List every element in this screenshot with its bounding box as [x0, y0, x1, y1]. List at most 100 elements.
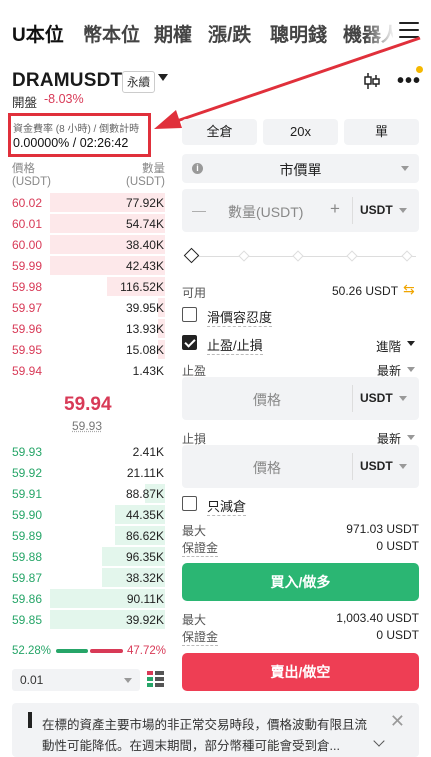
tab-u-margined[interactable]: U本位	[12, 20, 64, 47]
chevron-down-icon	[124, 678, 132, 683]
qty-header: 數量	[142, 163, 165, 175]
chevron-down-icon[interactable]	[407, 435, 415, 440]
sell-short-button[interactable]: 賣出/做空	[182, 653, 419, 691]
symbol-name[interactable]: DRAMUSDT	[12, 70, 122, 92]
bid-qty: 96.35K	[125, 550, 164, 564]
ask-row[interactable]: 60.00 38.40K	[0, 234, 168, 255]
ask-price: 59.97	[12, 301, 43, 315]
sell-margin-label[interactable]: 保證金	[182, 628, 219, 646]
ask-row[interactable]: 59.94 1.43K	[0, 360, 168, 381]
open-label: 開盤	[12, 96, 38, 110]
ask-row[interactable]: 59.99 42.43K	[0, 255, 168, 276]
tpsl-checkbox[interactable]	[182, 335, 197, 350]
margin-mode-button[interactable]: 全倉	[182, 119, 257, 145]
ask-price: 59.96	[12, 322, 43, 336]
chevron-down-icon	[399, 396, 407, 401]
minus-button[interactable]: —	[192, 202, 206, 218]
bid-price: 59.92	[12, 466, 43, 480]
price-unit: (USDT)	[12, 176, 51, 188]
ask-price: 59.94	[12, 364, 43, 378]
ask-row[interactable]: 59.96 13.93K	[0, 318, 168, 339]
ask-row[interactable]: 59.95 15.08K	[0, 339, 168, 360]
divider	[352, 453, 353, 480]
ask-price: 60.00	[12, 238, 43, 252]
bid-row[interactable]: 59.89 86.62K	[0, 525, 168, 546]
precision-select[interactable]: 0.01	[12, 669, 140, 691]
transfer-icon[interactable]: ⇆	[403, 281, 415, 298]
precision-value: 0.01	[20, 673, 44, 687]
bid-price: 59.93	[12, 445, 43, 459]
bid-qty: 88.87K	[125, 487, 164, 501]
reduce-only-checkbox[interactable]	[182, 496, 197, 511]
ask-qty: 1.43K	[132, 364, 164, 378]
bid-row[interactable]: 59.91 88.87K	[0, 483, 168, 504]
ask-qty: 77.92K	[125, 196, 164, 210]
quantity-input[interactable]: — 數量(USDT) + USDT	[182, 189, 419, 232]
slippage-label[interactable]: 滑價容忍度	[207, 307, 273, 327]
ask-qty: 116.52K	[120, 280, 164, 294]
slider-tick[interactable]	[292, 250, 304, 262]
mark-price[interactable]: 59.93	[72, 419, 102, 433]
advanced-dropdown[interactable]: 進階	[376, 336, 401, 355]
ask-row[interactable]: 59.98 116.52K	[0, 276, 168, 297]
buy-long-button[interactable]: 買入/做多	[182, 563, 419, 601]
sl-price-placeholder: 價格	[253, 460, 281, 476]
chevron-down-icon	[399, 208, 407, 213]
slider-tick[interactable]	[238, 250, 250, 262]
plus-button[interactable]: +	[330, 199, 340, 219]
sell-max-value: 1,003.40 USDT	[336, 611, 419, 625]
ask-row[interactable]: 60.02 77.92K	[0, 192, 168, 213]
notice-accent-bar	[28, 712, 32, 728]
annotation-highlight-box	[8, 113, 151, 157]
buy-margin-value: 0 USDT	[376, 539, 419, 553]
slippage-checkbox[interactable]	[182, 307, 197, 322]
bid-price: 59.86	[12, 592, 43, 606]
orderbook-layout-icon[interactable]	[147, 671, 164, 688]
bid-row[interactable]: 59.92 21.11K	[0, 462, 168, 483]
order-type-select[interactable]: i 市價單	[182, 154, 419, 183]
bid-qty: 38.32K	[125, 571, 164, 585]
ask-price: 59.98	[12, 280, 43, 294]
tpsl-label[interactable]: 止盈/止損	[207, 335, 263, 355]
bid-row[interactable]: 59.88 96.35K	[0, 546, 168, 567]
chevron-down-icon	[401, 166, 409, 171]
qty-unit: (USDT)	[126, 176, 165, 188]
ask-row[interactable]: 60.01 54.74K	[0, 213, 168, 234]
sell-max-label: 最大	[182, 613, 207, 627]
bid-row[interactable]: 59.87 38.32K	[0, 567, 168, 588]
tp-price-input[interactable]: 價格 USDT	[182, 377, 419, 420]
last-price: 59.94	[64, 394, 112, 415]
bid-price: 59.88	[12, 550, 43, 564]
sell-ratio: 47.72%	[127, 645, 167, 657]
buy-margin-label[interactable]: 保證金	[182, 539, 219, 557]
quantity-placeholder: 數量(USDT)	[228, 204, 304, 220]
bid-row[interactable]: 59.90 44.35K	[0, 504, 168, 525]
sell-ratio-bar	[90, 649, 123, 653]
quantity-unit[interactable]: USDT	[360, 203, 393, 217]
divider	[352, 385, 353, 412]
slider-tick[interactable]	[401, 250, 413, 262]
ask-row[interactable]: 59.97 39.95K	[0, 297, 168, 318]
bid-qty: 44.35K	[125, 508, 164, 522]
position-mode-button[interactable]: 單	[344, 119, 419, 145]
ask-price: 59.99	[12, 259, 43, 273]
slider-handle[interactable]	[183, 247, 200, 264]
sl-unit[interactable]: USDT	[360, 459, 393, 473]
reduce-only-label[interactable]: 只減倉	[207, 496, 247, 516]
bid-row[interactable]: 59.85 39.92K	[0, 609, 168, 630]
bid-row[interactable]: 59.86 90.11K	[0, 588, 168, 609]
ask-qty: 54.74K	[125, 217, 164, 231]
price-header: 價格	[12, 163, 35, 175]
chevron-down-icon[interactable]	[407, 367, 415, 372]
ask-price: 60.01	[12, 217, 43, 231]
chevron-down-icon[interactable]	[407, 341, 415, 346]
bid-row[interactable]: 59.93 2.41K	[0, 441, 168, 462]
close-icon[interactable]: ✕	[390, 711, 405, 732]
bid-price: 59.89	[12, 529, 43, 543]
tp-unit[interactable]: USDT	[360, 391, 393, 405]
sl-price-input[interactable]: 價格 USDT	[182, 445, 419, 488]
leverage-button[interactable]: 20x	[263, 119, 338, 145]
tab-coin-margined[interactable]: 幣本位	[83, 20, 140, 47]
slider-tick[interactable]	[346, 250, 358, 262]
leverage-slider-track[interactable]	[198, 256, 416, 257]
